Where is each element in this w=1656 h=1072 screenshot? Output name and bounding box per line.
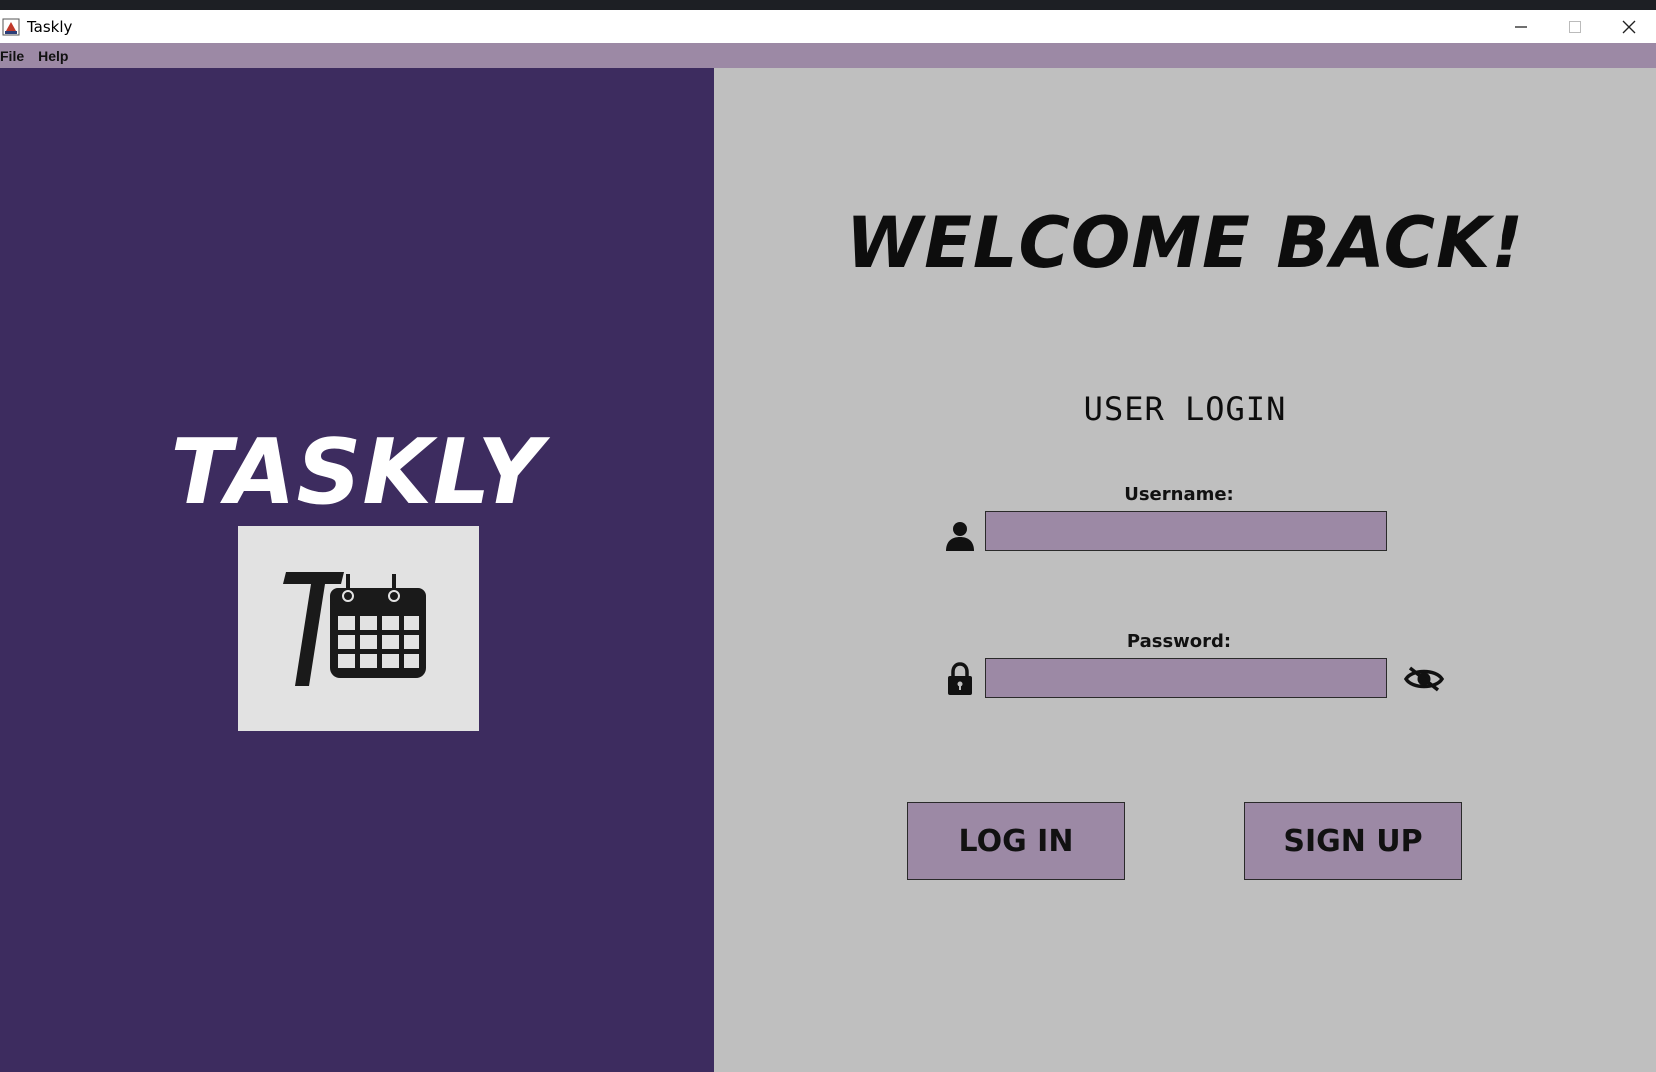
menu-help[interactable]: Help xyxy=(38,48,76,64)
brand-title: TASKLY xyxy=(170,420,544,525)
screen-top-strip xyxy=(0,0,1656,10)
title-bar: Taskly xyxy=(0,10,1656,43)
maximize-button[interactable] xyxy=(1548,10,1602,43)
login-title: USER LOGIN xyxy=(1083,390,1287,428)
menu-bar: File Help xyxy=(0,43,1656,68)
minimize-button[interactable] xyxy=(1494,10,1548,43)
java-app-icon xyxy=(1,17,21,37)
username-label: Username: xyxy=(1124,484,1234,505)
brand-panel: TASKLY xyxy=(0,68,714,1072)
login-panel: WELCOME BACK! USER LOGIN Username: Passw… xyxy=(714,68,1656,1072)
signup-button[interactable]: SIGN UP xyxy=(1244,802,1462,880)
minimize-icon xyxy=(1515,25,1527,28)
eye-slash-icon[interactable] xyxy=(1404,665,1444,693)
close-icon xyxy=(1622,20,1636,33)
close-button[interactable] xyxy=(1602,10,1656,43)
window-title: Taskly xyxy=(27,17,73,36)
login-button[interactable]: LOG IN xyxy=(907,802,1125,880)
person-icon xyxy=(946,522,974,551)
maximize-icon xyxy=(1569,20,1581,33)
username-input[interactable] xyxy=(985,511,1387,551)
calendar-icon xyxy=(283,572,426,686)
password-label: Password: xyxy=(1126,631,1232,652)
password-input[interactable] xyxy=(985,658,1387,698)
welcome-heading: WELCOME BACK! xyxy=(845,202,1525,284)
menu-file[interactable]: File xyxy=(0,48,32,64)
lock-icon xyxy=(948,662,972,695)
window-controls xyxy=(1494,10,1656,43)
app-logo xyxy=(238,526,479,731)
